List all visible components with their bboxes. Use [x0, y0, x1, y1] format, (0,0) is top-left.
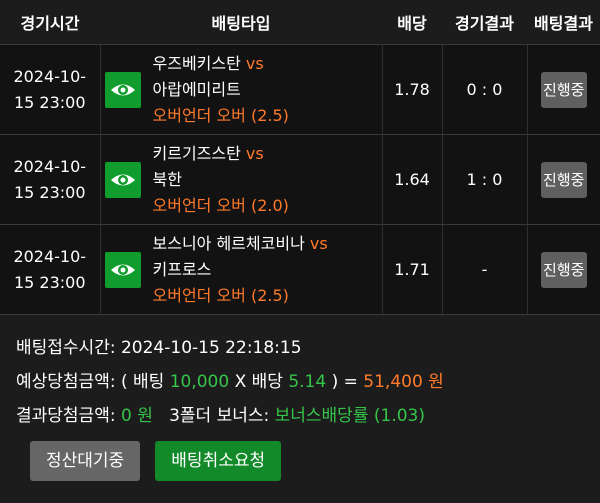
match-time: 2024-10- 15 23:00	[0, 134, 101, 225]
header-bet-result: 배팅결과	[527, 0, 600, 45]
expected-label: 예상당첨금액: ( 배팅	[16, 372, 170, 392]
bet-status-cell: 진행중	[527, 134, 600, 225]
expected-payout: 51,400 원	[363, 372, 444, 392]
match-datetime: 15 23:00	[13, 182, 86, 202]
eye-icon[interactable]	[104, 161, 141, 198]
bet-status-cell: 진행중	[527, 44, 600, 135]
vs-label: vs	[309, 233, 328, 253]
header-odds: 배당	[382, 0, 442, 45]
bonus-label: 3폴더 보너스:	[152, 406, 275, 426]
odds-value: 1.71	[382, 224, 443, 315]
odds-value: 1.78	[382, 44, 443, 135]
bet-summary: 배팅접수시간: 2024-10-15 22:18:15 예상당첨금액: ( 배팅…	[0, 315, 600, 433]
match-date: 2024-10-	[13, 66, 87, 86]
match-score: -	[442, 224, 528, 315]
home-team: 우즈베키스탄	[152, 53, 246, 73]
odds-value: 1.64	[382, 134, 443, 225]
bet-type-cell: 보스니아 헤르체코비나 vs 키프로스 오버언더 오버 (2.5)	[100, 224, 383, 315]
status-button[interactable]: 진행중	[540, 251, 587, 288]
expected-payout-row: 예상당첨금액: ( 배팅 10,000 X 배당 5.14 ) = 51,400…	[16, 365, 584, 399]
settle-pending-button[interactable]: 정산대기중	[30, 441, 141, 481]
away-team: 북한	[152, 169, 182, 189]
table-row: 2024-10- 15 23:00 보스니아 헤르체코비나 vs 키프로스 오버…	[0, 224, 600, 315]
total-odds: 5.14	[288, 372, 327, 392]
result-amount: 0 원	[120, 406, 153, 426]
match-datetime: 15 23:00	[13, 92, 86, 112]
eye-icon[interactable]	[104, 251, 141, 288]
table-row: 2024-10- 15 23:00 키르기즈스탄 vs 북한 오버언더 오버 (…	[0, 134, 600, 225]
odds-multiplier-label: X 배당	[229, 372, 289, 392]
match-time: 2024-10- 15 23:00	[0, 44, 101, 135]
header-time: 경기시간	[0, 0, 100, 45]
bet-slip-table: 경기시간 배팅타입 배당 경기결과 배팅결과 2024-10- 15 23:00	[0, 0, 600, 315]
stake-amount: 10,000	[169, 372, 230, 392]
status-button[interactable]: 진행중	[540, 161, 587, 198]
home-team: 보스니아 헤르체코비나	[152, 233, 310, 253]
status-button[interactable]: 진행중	[540, 71, 587, 108]
vs-label: vs	[245, 53, 264, 73]
match-date: 2024-10-	[13, 246, 87, 266]
result-payout-row: 결과당첨금액: 0 원 3폴더 보너스: 보너스배당률 (1.03)	[16, 399, 584, 433]
match-score: 1 : 0	[442, 134, 528, 225]
bet-pick: 오버언더 오버 (2.5)	[152, 285, 289, 305]
action-buttons: 정산대기중 배팅취소요청	[0, 441, 600, 481]
vs-label: vs	[245, 143, 264, 163]
receipt-time-row: 배팅접수시간: 2024-10-15 22:18:15	[16, 331, 584, 365]
table-row: 2024-10- 15 23:00 우즈베키스탄 vs 아랍에미리트 오버언더 …	[0, 44, 600, 135]
bonus-value: 보너스배당률 (1.03)	[274, 406, 425, 426]
equals-label: ) =	[326, 372, 364, 392]
receipt-label: 배팅접수시간:	[16, 338, 121, 358]
cancel-bet-request-button[interactable]: 배팅취소요청	[155, 441, 282, 481]
bet-pick: 오버언더 오버 (2.5)	[152, 105, 289, 125]
away-team: 아랍에미리트	[152, 79, 241, 99]
bet-status-cell: 진행중	[527, 224, 600, 315]
bet-type-cell: 키르기즈스탄 vs 북한 오버언더 오버 (2.0)	[100, 134, 383, 225]
match-date: 2024-10-	[13, 156, 87, 176]
away-team: 키프로스	[152, 259, 212, 279]
home-team: 키르기즈스탄	[152, 143, 246, 163]
table-header-row: 경기시간 배팅타입 배당 경기결과 배팅결과	[0, 0, 600, 45]
bet-pick: 오버언더 오버 (2.0)	[152, 195, 289, 215]
eye-icon[interactable]	[104, 71, 141, 108]
bet-type-cell: 우즈베키스탄 vs 아랍에미리트 오버언더 오버 (2.5)	[100, 44, 383, 135]
header-bet-type: 배팅타입	[100, 0, 382, 45]
match-time: 2024-10- 15 23:00	[0, 224, 101, 315]
result-label: 결과당첨금액:	[16, 406, 121, 426]
header-match-result: 경기결과	[442, 0, 527, 45]
match-datetime: 15 23:00	[13, 272, 86, 292]
receipt-time: 2024-10-15 22:18:15	[120, 338, 302, 358]
match-score: 0 : 0	[442, 44, 528, 135]
